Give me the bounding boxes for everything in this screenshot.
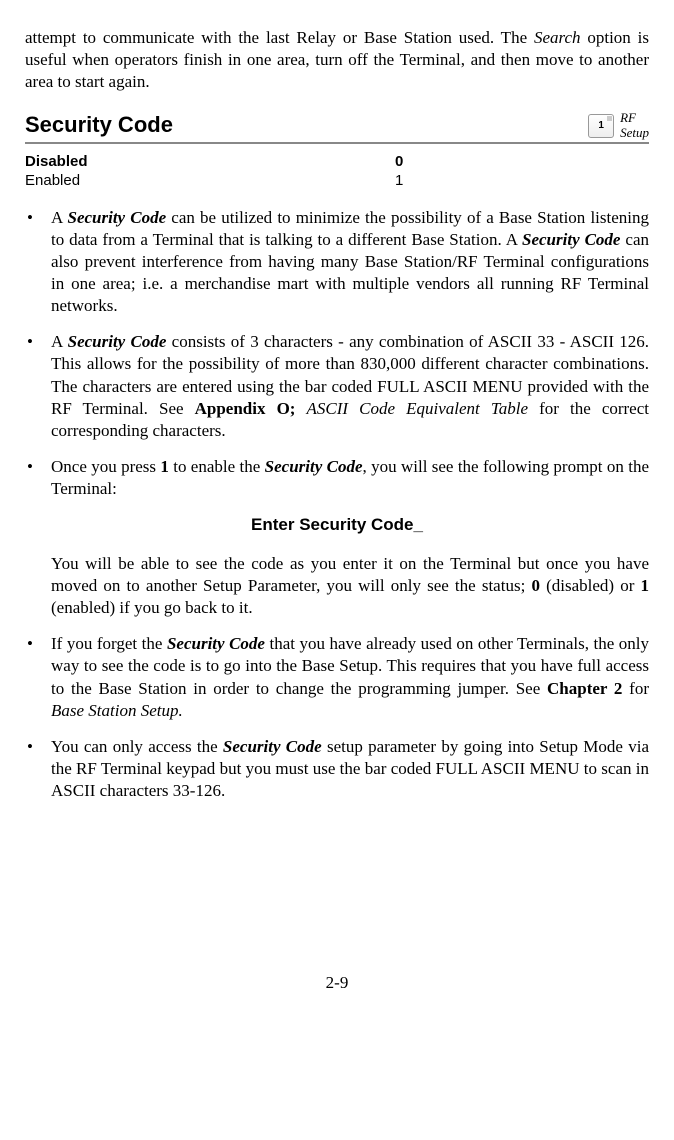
intro-search-italic: Search: [534, 28, 581, 47]
text: If you forget the: [51, 634, 167, 653]
page-number: 2-9: [25, 972, 649, 994]
security-code-bi: Security Code: [522, 230, 620, 249]
base-station-italic: Base Station Setup.: [51, 701, 183, 720]
rf-line2: Setup: [620, 125, 649, 140]
security-code-bi: Security Code: [223, 737, 322, 756]
ascii-table-italic: ASCII Code Equivalent Table: [307, 399, 528, 418]
text: (enabled) if you go back to it.: [51, 598, 253, 617]
section-header-row: Security Code 1 RF Setup: [25, 111, 649, 144]
security-code-bi: Security Code: [68, 332, 167, 351]
text: A: [51, 208, 67, 227]
chapter-bold: Chapter 2: [547, 679, 622, 698]
option-label: Enabled: [25, 171, 395, 191]
intro-paragraph: attempt to communicate with the last Rel…: [25, 27, 649, 93]
option-value: 1: [395, 171, 425, 191]
section-title: Security Code: [25, 111, 173, 140]
option-row-disabled: Disabled 0: [25, 152, 649, 172]
text: (disabled) or: [540, 576, 641, 595]
bullet-list: A Security Code can be utilized to minim…: [25, 207, 649, 500]
option-value: 0: [395, 152, 425, 172]
bullet-item: If you forget the Security Code that you…: [25, 633, 649, 721]
one-bold: 1: [160, 457, 169, 476]
sub-paragraph: You will be able to see the code as you …: [25, 553, 649, 619]
text: [295, 399, 306, 418]
text: You can only access the: [51, 737, 223, 756]
option-label: Disabled: [25, 152, 395, 172]
text: Once you press: [51, 457, 160, 476]
rf-setup-label: RF Setup: [620, 111, 649, 140]
bullet-item: You can only access the Security Code se…: [25, 736, 649, 802]
bullet-item: Once you press 1 to enable the Security …: [25, 456, 649, 500]
text: for: [622, 679, 649, 698]
zero-bold: 0: [531, 576, 540, 595]
rf-setup-block: 1 RF Setup: [588, 111, 649, 140]
one-bold: 1: [641, 576, 650, 595]
options-table: Disabled 0 Enabled 1: [25, 152, 649, 191]
enter-security-code-prompt: Enter Security Code_: [25, 514, 649, 536]
rf-line1: RF: [620, 110, 636, 125]
text: to enable the: [169, 457, 265, 476]
intro-text-pre: attempt to communicate with the last Rel…: [25, 28, 534, 47]
security-code-bi: Security Code: [167, 634, 265, 653]
text: A: [51, 332, 68, 351]
appendix-bold: Appendix O;: [195, 399, 296, 418]
bullet-item: A Security Code consists of 3 characters…: [25, 331, 649, 441]
bullet-item: A Security Code can be utilized to minim…: [25, 207, 649, 317]
bullet-list-2: If you forget the Security Code that you…: [25, 633, 649, 802]
security-code-bi: Security Code: [265, 457, 363, 476]
keypad-one-icon: 1: [588, 114, 614, 138]
option-row-enabled: Enabled 1: [25, 171, 649, 191]
security-code-bi: Security Code: [67, 208, 166, 227]
